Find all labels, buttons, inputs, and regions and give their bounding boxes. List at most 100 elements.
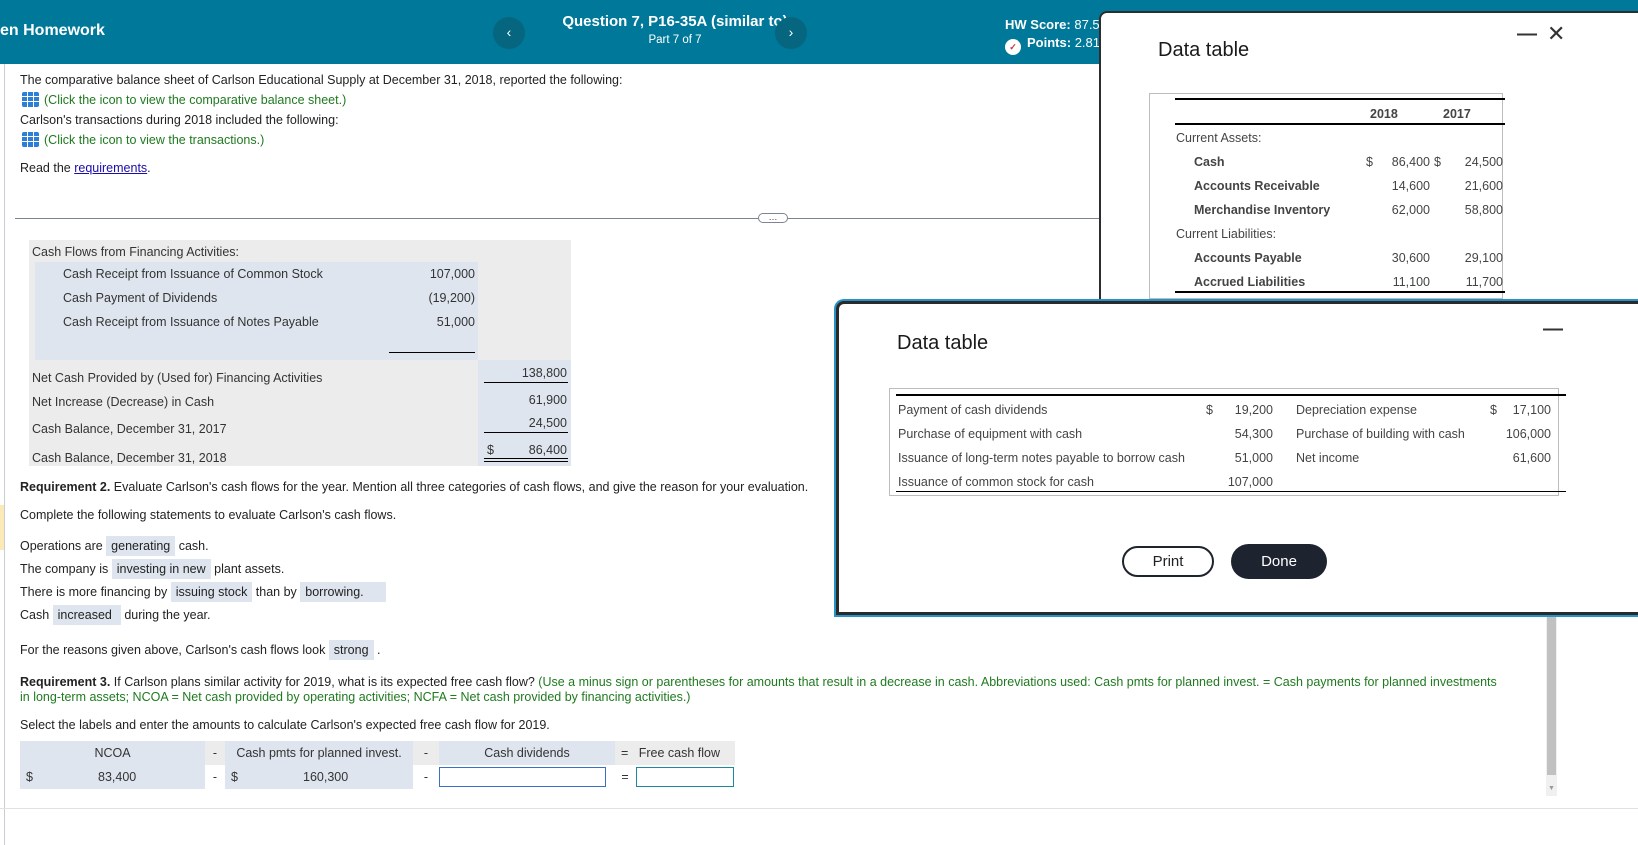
- currency-symbol: $: [1206, 403, 1213, 417]
- investing-answer-dropdown[interactable]: investing in new: [111, 559, 211, 579]
- hw-score-label: HW Score:: [1005, 17, 1071, 32]
- double-underline-bottom: [484, 461, 568, 462]
- cf-item-amount[interactable]: 51,000: [390, 315, 475, 329]
- chevron-right-icon: ›: [788, 24, 794, 40]
- close-button[interactable]: ✕: [1547, 21, 1565, 47]
- dividends-header-dropdown[interactable]: Cash dividends: [439, 741, 615, 765]
- statement-cash-change: Cash increased during the year.: [20, 605, 211, 625]
- req2-instruction: Complete the following statements to eva…: [20, 508, 397, 522]
- cf-item-label: Cash Receipt from Issuance of Common Sto…: [63, 267, 323, 281]
- free-cash-flow-input[interactable]: [636, 767, 734, 787]
- operator-equals: =: [621, 770, 629, 784]
- currency-symbol: $: [1434, 155, 1441, 169]
- transactions-modal: Data table — Payment of cash dividends $…: [836, 301, 1638, 615]
- balance-2017-value[interactable]: 24,500: [482, 416, 567, 430]
- ncoa-header-dropdown[interactable]: NCOA: [20, 741, 205, 765]
- column-header-2017: 2017: [1443, 107, 1471, 121]
- financing-source-dropdown[interactable]: issuing stock: [170, 582, 253, 602]
- transaction-amount: 51,000: [1234, 451, 1273, 465]
- invest-value-input[interactable]: 160,300: [303, 765, 348, 789]
- cf-item-amount[interactable]: (19,200): [390, 291, 475, 305]
- points-label: Points:: [1027, 35, 1072, 50]
- transaction-amount: 54,300: [1234, 427, 1273, 441]
- table-rule: [896, 394, 1566, 396]
- minimize-button[interactable]: —: [1517, 23, 1537, 46]
- transaction-label: Depreciation expense: [1296, 403, 1417, 417]
- balance-2018-value[interactable]: 86,400: [482, 443, 567, 457]
- liability-value-2018: 30,600: [1391, 251, 1430, 265]
- scrollbar-thumb[interactable]: [1547, 600, 1556, 775]
- transaction-label: Net income: [1296, 451, 1360, 465]
- transactions-link-text[interactable]: (Click the icon to view the transactions…: [44, 133, 264, 147]
- cash-change-dropdown[interactable]: increased: [52, 605, 121, 625]
- bottom-divider: [0, 808, 1638, 809]
- ncoa-value-input[interactable]: 83,400: [98, 765, 136, 789]
- statement-operations: Operations are generating cash.: [20, 536, 209, 556]
- operations-answer-dropdown[interactable]: generating: [106, 536, 176, 556]
- req3-instruction: Select the labels and enter the amounts …: [20, 718, 550, 732]
- underline: [484, 382, 568, 383]
- free-cash-flow-header: = Free cash flow: [615, 741, 735, 765]
- net-increase-label: Net Increase (Decrease) in Cash: [32, 395, 215, 409]
- asset-value-2017: 21,600: [1464, 179, 1503, 193]
- previous-question-button[interactable]: ‹: [493, 17, 525, 49]
- expand-handle[interactable]: …: [758, 213, 788, 223]
- balance-sheet-link[interactable]: (Click the icon to view the comparative …: [22, 92, 346, 107]
- cf-item-amount[interactable]: 107,000: [390, 267, 475, 281]
- done-button[interactable]: Done: [1231, 544, 1327, 579]
- req2-prompt: Requirement 2. Evaluate Carlson's cash f…: [20, 480, 808, 494]
- balance-2018-label: Cash Balance, December 31, 2018: [32, 451, 227, 465]
- asset-label: Merchandise Inventory: [1194, 203, 1331, 217]
- asset-value-2018: 62,000: [1391, 203, 1430, 217]
- ncoa-cell: $ 83,400: [20, 765, 205, 789]
- req2-heading: Requirement 2.: [20, 480, 111, 494]
- transactions-link[interactable]: (Click the icon to view the transactions…: [22, 132, 264, 147]
- close-icon[interactable]: ✕: [1547, 21, 1565, 46]
- statement-text: than by: [252, 585, 301, 599]
- table-icon[interactable]: [22, 132, 39, 147]
- liability-label: Accrued Liabilities: [1194, 275, 1306, 289]
- table-rule: [1175, 123, 1505, 125]
- balance-sheet-modal: Data table — ✕ 2018 2017 Current Assets:…: [1099, 11, 1638, 311]
- main-scrollbar[interactable]: ▼: [1546, 600, 1557, 796]
- invest-header-dropdown[interactable]: Cash pmts for planned invest.: [225, 741, 413, 765]
- statement-text: cash.: [175, 539, 209, 553]
- statement-text: plant assets.: [210, 562, 285, 576]
- operator-equals: =: [621, 746, 629, 760]
- liability-label: Accounts Payable: [1194, 251, 1302, 265]
- dividends-amount-input[interactable]: [439, 767, 606, 787]
- statement-investing: The company is investing in new plant as…: [20, 559, 285, 579]
- transaction-amount: 61,600: [1512, 451, 1551, 465]
- scroll-down-icon[interactable]: ▼: [1548, 785, 1555, 792]
- transaction-amount: 19,200: [1234, 403, 1273, 417]
- free-cash-flow-label: Free cash flow: [638, 746, 721, 760]
- net-financing-value[interactable]: 138,800: [482, 366, 567, 380]
- asset-value-2018: 86,400: [1391, 155, 1430, 169]
- statement-text: For the reasons given above, Carlson's c…: [20, 643, 329, 657]
- side-indicator: [0, 505, 4, 550]
- current-assets-label: Current Assets:: [1176, 131, 1262, 145]
- balance-sheet-link-text[interactable]: (Click the icon to view the comparative …: [44, 93, 346, 107]
- table-icon[interactable]: [22, 92, 39, 107]
- asset-label: Cash: [1194, 155, 1225, 169]
- minimize-button[interactable]: —: [1543, 318, 1563, 341]
- balance-sheet-table: 2018 2017 Current Assets: Cash $ 86,400 …: [1149, 93, 1505, 299]
- print-button[interactable]: Print: [1122, 546, 1214, 577]
- transaction-label: Issuance of common stock for cash: [898, 475, 1094, 489]
- statement-text: .: [377, 643, 381, 657]
- currency-symbol: $: [1366, 155, 1373, 169]
- transaction-label: Purchase of building with cash: [1296, 427, 1465, 441]
- requirements-link[interactable]: requirements: [74, 161, 147, 175]
- net-increase-value[interactable]: 61,900: [482, 393, 567, 407]
- transaction-amount: 17,100: [1512, 403, 1551, 417]
- minimize-icon[interactable]: —: [1543, 318, 1563, 340]
- next-question-button[interactable]: ›: [775, 17, 807, 49]
- minimize-icon[interactable]: —: [1517, 23, 1537, 45]
- statement-financing: There is more financing by issuing stock…: [20, 582, 386, 602]
- transactions-table: Payment of cash dividends $ 19,200 Purch…: [889, 388, 1566, 496]
- evaluation-dropdown[interactable]: strong: [328, 640, 374, 660]
- double-underline-top: [484, 458, 568, 459]
- req3-heading: Requirement 3.: [20, 675, 111, 689]
- transaction-label: Payment of cash dividends: [898, 403, 1048, 417]
- financing-comparison-dropdown[interactable]: borrowing.: [300, 582, 386, 602]
